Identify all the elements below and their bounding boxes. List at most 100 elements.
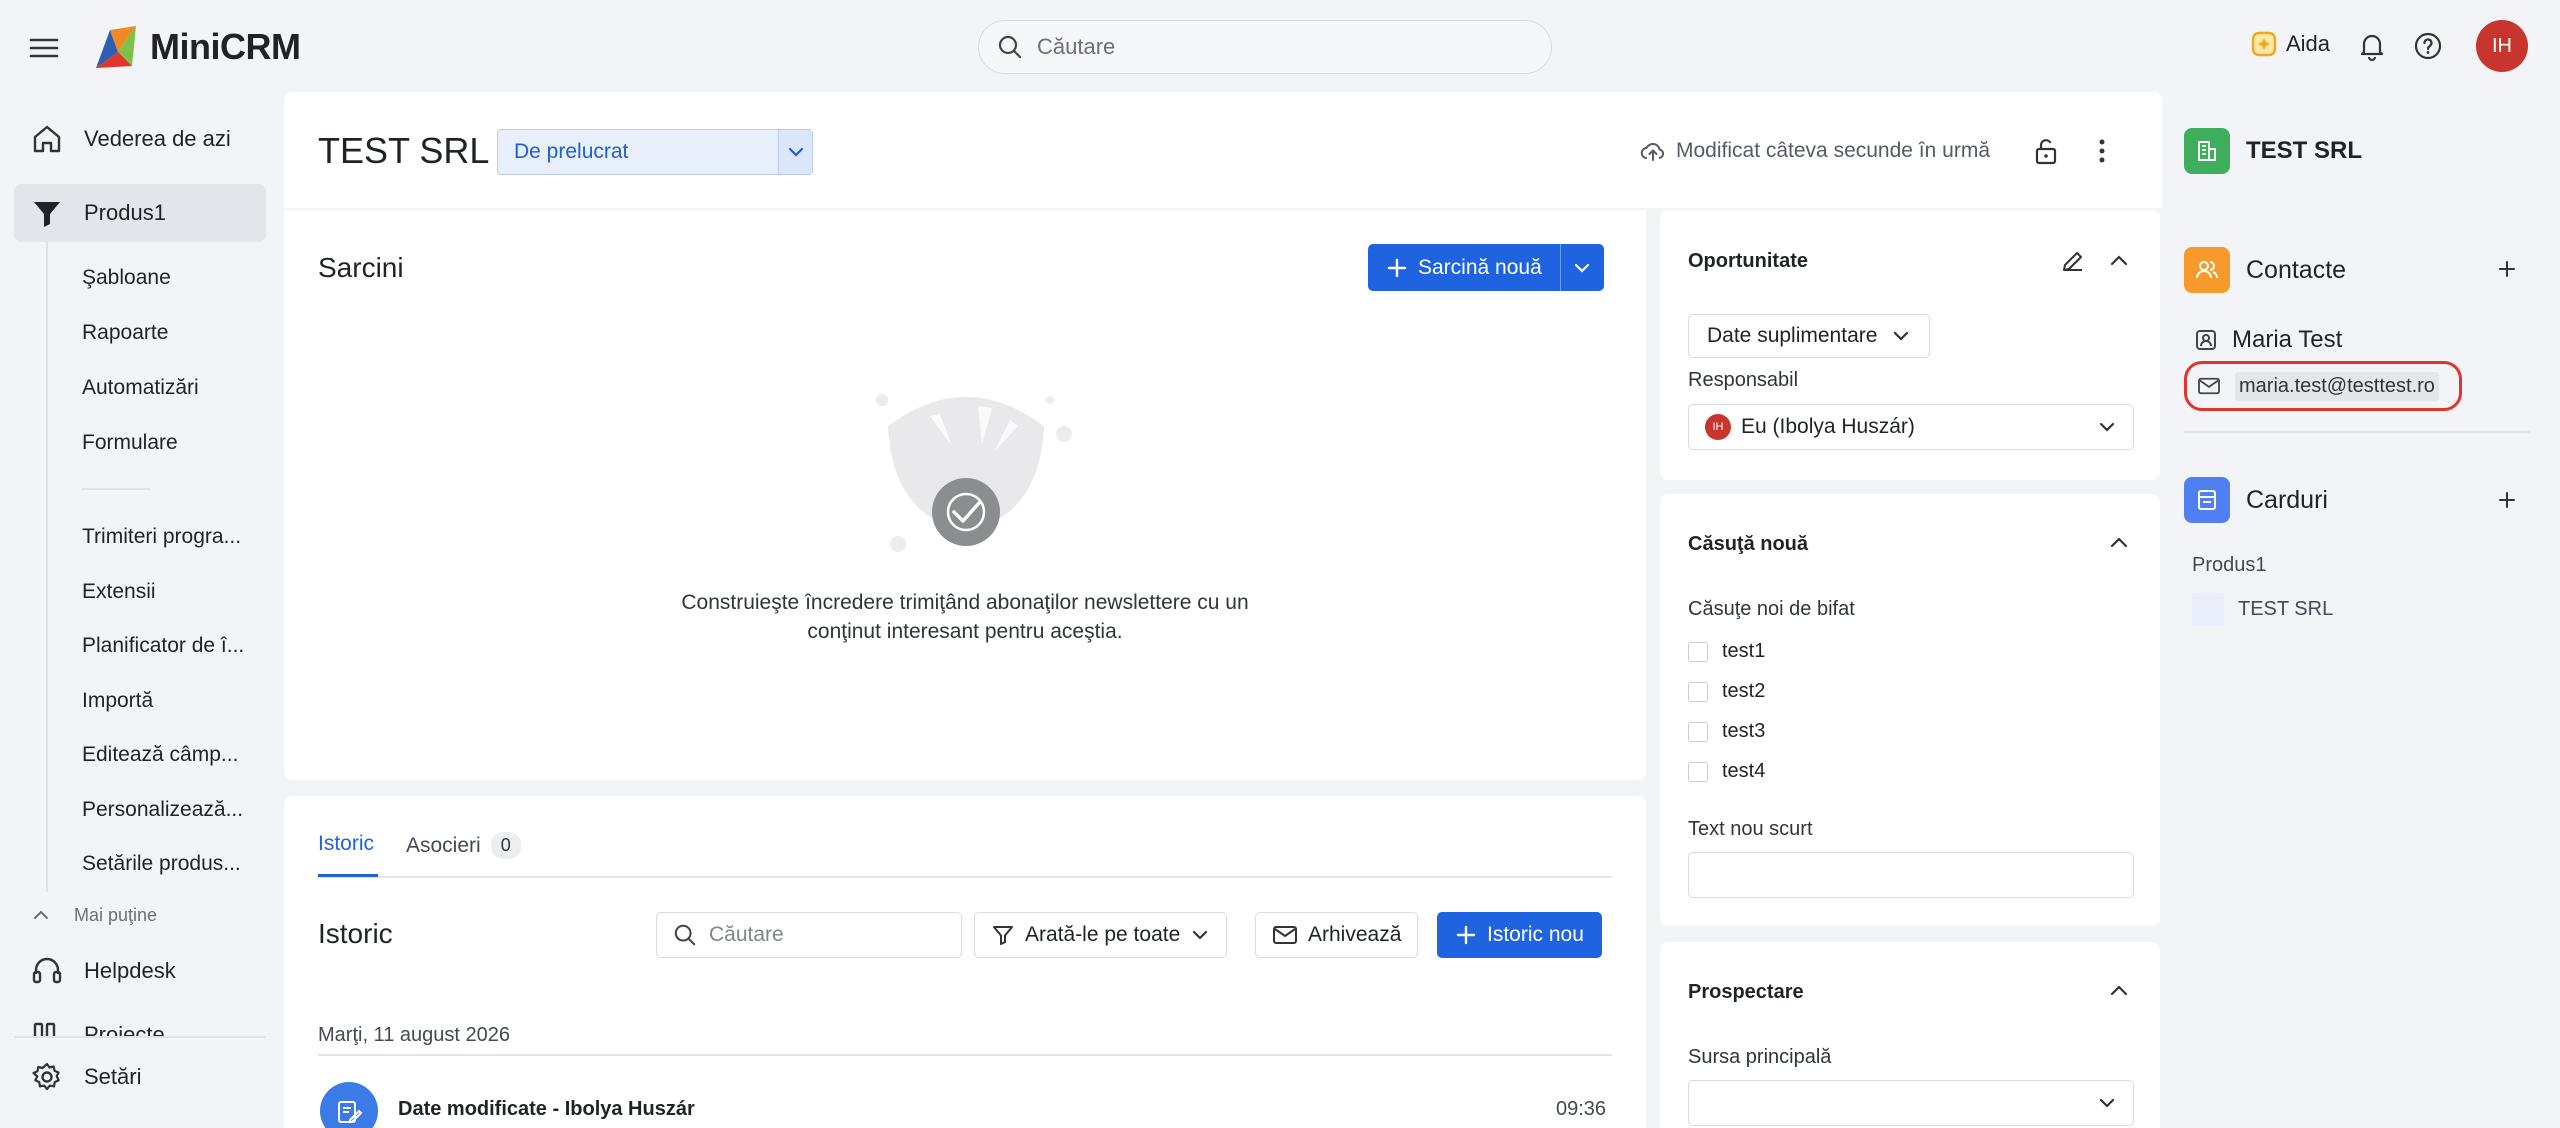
tasks-title: Sarcini	[318, 252, 404, 283]
source-select[interactable]	[1688, 1080, 2134, 1126]
new-history-label: Istoric nou	[1487, 923, 1584, 946]
checkbox-label: test2	[1722, 680, 1766, 702]
headset-icon	[32, 957, 62, 984]
history-date: Marţi, 11 august 2026	[318, 1024, 510, 1046]
cards-section-header: Carduri	[2184, 477, 2328, 523]
archive-button[interactable]: Arhivează	[1255, 912, 1419, 958]
checkbox-test4[interactable]: test4	[1688, 760, 1765, 783]
gear-icon	[32, 1062, 60, 1091]
cards-icon	[2184, 477, 2230, 523]
new-task-dropdown[interactable]	[1559, 244, 1604, 291]
source-select-clip	[1688, 1080, 2134, 1128]
card-item[interactable]: TEST SRL	[2192, 593, 2333, 625]
filter-icon	[993, 926, 1013, 945]
checkbox[interactable]	[1688, 721, 1708, 742]
filter-button[interactable]: Arată-le pe toate	[974, 912, 1228, 958]
checkbox[interactable]	[1688, 681, 1708, 702]
checkbox-test3[interactable]: test3	[1688, 720, 1765, 743]
chevron-up-icon	[2110, 985, 2128, 996]
responsible-select[interactable]: IH Eu (Ibolya Huszár)	[1688, 404, 2134, 450]
help-button[interactable]	[2412, 30, 2444, 62]
collapse-prospecting[interactable]	[2106, 978, 2132, 1004]
sidebar-item-label: Produs1	[84, 200, 166, 225]
lock-button[interactable]	[2032, 136, 2060, 166]
new-task-button[interactable]: Sarcină nouă	[1368, 244, 1604, 291]
count-badge: 0	[490, 832, 521, 859]
add-card-button[interactable]	[2496, 489, 2518, 511]
checkbox-test2[interactable]: test2	[1688, 680, 1765, 703]
status-dropdown[interactable]: De prelucrat	[497, 129, 813, 175]
history-date-divider	[318, 1054, 1612, 1056]
sidebar-item-label: Helpdesk	[84, 958, 176, 983]
history-entry-clip: Date modificate - Ibolya Huszár 09:36	[284, 1064, 1646, 1128]
search-icon	[674, 924, 696, 946]
more-options-button[interactable]	[2090, 136, 2114, 166]
history-search[interactable]	[656, 912, 962, 958]
extra-data-dropdown[interactable]: Date suplimentare	[1688, 314, 1931, 358]
sidebar-item-settings[interactable]: Setări	[14, 1048, 266, 1106]
chevron-down-icon	[1575, 263, 1590, 273]
add-contact-button[interactable]	[2496, 258, 2518, 280]
new-task-main[interactable]: Sarcină nouă	[1368, 244, 1560, 291]
history-entry-title[interactable]: Date modificate - Ibolya Huszár	[398, 1098, 695, 1121]
checkbox-test1[interactable]: test1	[1688, 640, 1765, 663]
edit-button[interactable]	[2060, 248, 2086, 274]
new-history-button[interactable]: Istoric nou	[1437, 912, 1602, 958]
collapse-opportunity[interactable]	[2106, 248, 2132, 274]
company-icon	[2184, 128, 2230, 174]
aida-button[interactable]: Aida	[2250, 30, 2330, 58]
filter-label: Arată-le pe toate	[1025, 923, 1181, 946]
global-search[interactable]	[978, 20, 1552, 74]
sidebar-item-helpdesk[interactable]: Helpdesk	[14, 942, 266, 1000]
show-less-toggle[interactable]: Mai puţine	[30, 904, 157, 926]
sidebar-sub-reports[interactable]: Rapoarte	[82, 321, 168, 345]
company-header[interactable]: TEST SRL	[2184, 128, 2362, 174]
app-logo[interactable]: MiniCRM	[92, 22, 301, 72]
aida-label: Aida	[2286, 31, 2331, 56]
opportunity-title: Oportunitate	[1688, 250, 1808, 272]
contact-email[interactable]: maria.test@testtest.ro	[2235, 371, 2439, 401]
search-icon	[998, 35, 1022, 59]
tab-associations[interactable]: Asocieri 0	[406, 832, 521, 859]
sidebar-sub-automations[interactable]: Automatizări	[82, 376, 199, 400]
checkbox[interactable]	[1688, 761, 1708, 782]
tab-label: Istoric	[318, 832, 375, 855]
sidebar-sub-scheduled-sends[interactable]: Trimiteri progra...	[82, 525, 241, 549]
unlock-icon	[2035, 139, 2057, 165]
short-text-label: Text nou scurt	[1688, 818, 1813, 840]
sidebar-item-product1[interactable]: Produs1	[14, 184, 266, 242]
sidebar-sub-product-settings[interactable]: Setările produs...	[82, 852, 241, 876]
sidebar-sub-customize[interactable]: Personalizează...	[82, 798, 243, 822]
sidebar-item-label: Proiecte	[84, 1022, 165, 1036]
chevron-down-icon	[1894, 331, 1909, 341]
right-panel-divider	[2184, 431, 2530, 433]
user-avatar[interactable]: IH	[2476, 20, 2528, 72]
empty-tasks-text: Construieşte încredere trimiţând abonaţi…	[681, 591, 1249, 643]
sidebar-sub-extensions[interactable]: Extensii	[82, 580, 156, 604]
sidebar-item-projects[interactable]: Proiecte	[14, 1006, 266, 1036]
history-search-input[interactable]	[709, 923, 939, 947]
menu-icon[interactable]	[26, 30, 62, 66]
source-label: Sursa principală	[1688, 1046, 1832, 1068]
contact-name-row[interactable]: Maria Test	[2194, 326, 2342, 354]
sidebar-sub-templates[interactable]: Şabloane	[82, 266, 171, 290]
tab-history[interactable]: Istoric	[318, 832, 374, 856]
checkbox[interactable]	[1688, 641, 1708, 662]
plus-icon	[2499, 492, 2515, 508]
sidebar-item-projects-clip: Proiecte	[14, 1006, 266, 1036]
short-text-input[interactable]	[1688, 852, 2134, 898]
sidebar-sub-planner[interactable]: Planificator de î...	[82, 634, 244, 658]
chevron-down-icon	[1193, 930, 1208, 940]
sidebar-sub-edit-fields[interactable]: Editează câmp...	[82, 743, 238, 767]
contacts-icon	[2184, 247, 2230, 293]
global-search-input[interactable]	[1037, 34, 1497, 60]
notifications-button[interactable]	[2356, 30, 2388, 62]
checkbox-label: test4	[1722, 760, 1766, 782]
contact-email-row[interactable]: maria.test@testtest.ro	[2184, 361, 2462, 411]
sidebar-item-today[interactable]: Vederea de azi	[14, 110, 266, 168]
sidebar-sub-import[interactable]: Importă	[82, 689, 153, 713]
plus-icon	[2499, 261, 2515, 277]
sidebar-sub-forms[interactable]: Formulare	[82, 431, 178, 455]
collapse-new-box[interactable]	[2106, 530, 2132, 556]
home-icon	[33, 125, 61, 153]
